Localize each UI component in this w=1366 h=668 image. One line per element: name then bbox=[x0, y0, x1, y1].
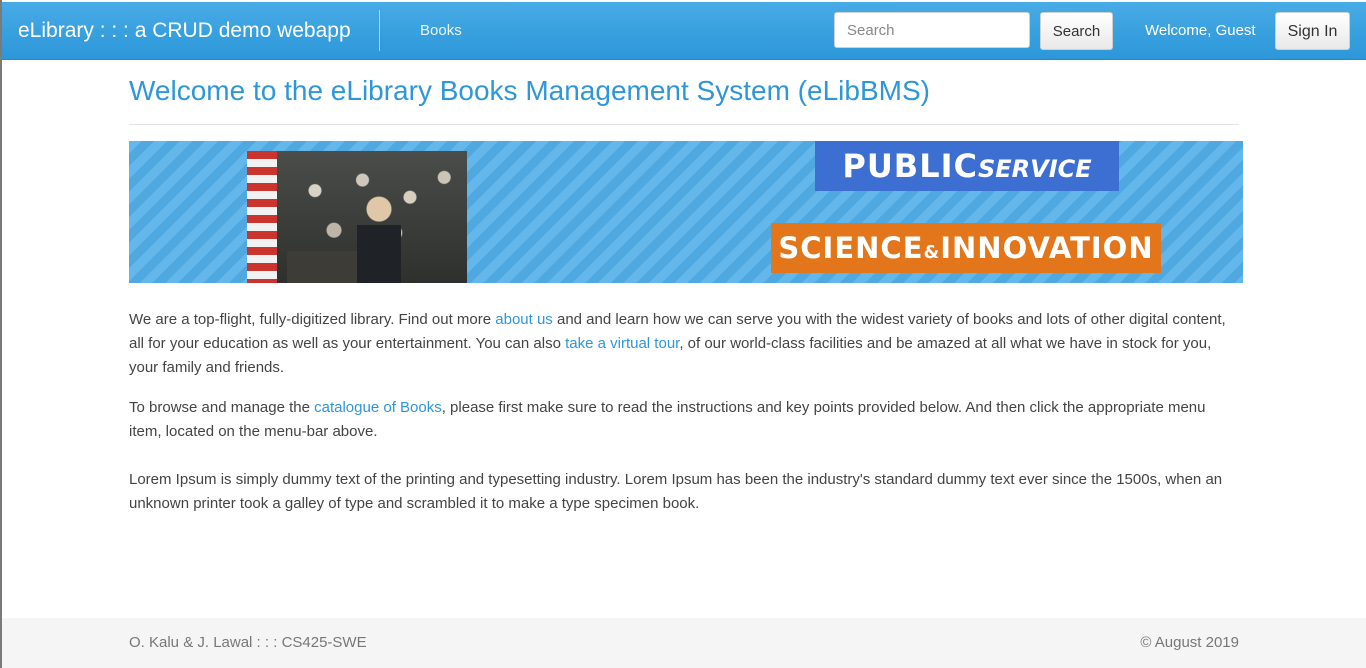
banner-label-amp: & bbox=[923, 242, 941, 263]
brand-link[interactable]: eLibrary : : : a CRUD demo webapp bbox=[18, 19, 351, 43]
search-input[interactable] bbox=[834, 12, 1030, 48]
sign-in-button[interactable]: Sign In bbox=[1275, 12, 1350, 50]
footer: O. Kalu & J. Lawal : : : CS425-SWE © Aug… bbox=[2, 618, 1366, 668]
flag-image bbox=[247, 151, 277, 283]
footer-credits: O. Kalu & J. Lawal : : : CS425-SWE bbox=[129, 634, 367, 651]
banner-photo-podium bbox=[287, 251, 357, 283]
banner-photo bbox=[247, 151, 467, 283]
browse-text-1: To browse and manage the bbox=[129, 399, 315, 416]
about-us-link[interactable]: about us bbox=[495, 311, 553, 328]
banner-label-service: SERVICE bbox=[977, 155, 1092, 183]
nav-item-books[interactable]: Books bbox=[420, 22, 462, 39]
navbar: eLibrary : : : a CRUD demo webapp Books … bbox=[2, 2, 1366, 60]
banner-label-science-innovation: SCIENCE&INNOVATION bbox=[771, 223, 1161, 273]
banner-photo-speaker bbox=[357, 195, 401, 283]
nav-divider bbox=[379, 10, 380, 51]
page-title: Welcome to the eLibrary Books Management… bbox=[129, 75, 930, 106]
virtual-tour-link[interactable]: take a virtual tour bbox=[565, 335, 679, 352]
catalogue-link[interactable]: catalogue of Books bbox=[314, 399, 442, 416]
banner-label-innovation: INNOVATION bbox=[940, 231, 1154, 265]
search-button[interactable]: Search bbox=[1040, 12, 1113, 50]
banner-label-public: PUBLIC bbox=[842, 147, 978, 185]
banner-label-science: SCIENCE bbox=[778, 231, 924, 265]
lorem-paragraph: Lorem Ipsum is simply dummy text of the … bbox=[129, 471, 1223, 512]
intro-paragraph: We are a top-flight, fully-digitized lib… bbox=[129, 308, 1239, 380]
browse-paragraph: To browse and manage the catalogue of Bo… bbox=[129, 396, 1239, 444]
hero-banner: PUBLICSERVICE SCIENCE&INNOVATION bbox=[129, 141, 1243, 283]
footer-copyright: © August 2019 bbox=[1140, 634, 1239, 651]
intro-text-1: We are a top-flight, fully-digitized lib… bbox=[129, 311, 496, 328]
window-left-edge bbox=[0, 0, 2, 668]
banner-label-public-service: PUBLICSERVICE bbox=[815, 141, 1119, 191]
title-divider bbox=[129, 124, 1239, 125]
welcome-text: Welcome, Guest bbox=[1145, 22, 1256, 39]
